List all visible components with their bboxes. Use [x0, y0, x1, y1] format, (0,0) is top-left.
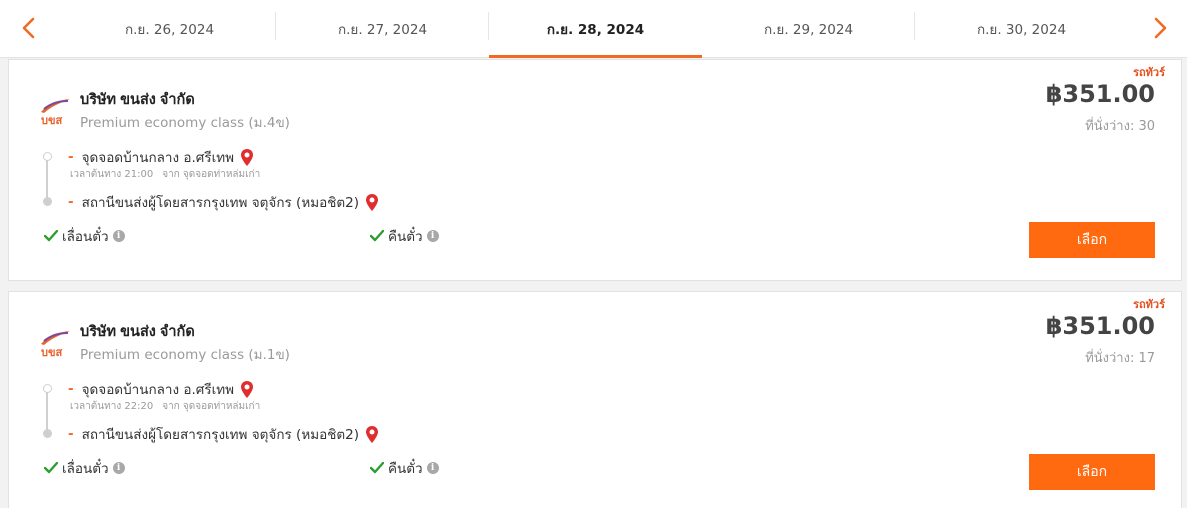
refund-ticket-feature: คืนตั๋ว i: [370, 457, 439, 479]
map-pin-icon[interactable]: [365, 193, 379, 212]
date-tab[interactable]: ก.ย. 30, 2024: [915, 0, 1128, 58]
change-ticket-label: เลื่อนตั๋ว: [62, 229, 109, 245]
check-icon: [44, 230, 58, 242]
origin-stop-name: จุดจอดบ้านกลาง อ.ศรีเทพ: [81, 150, 234, 166]
date-tab-label: ก.ย. 30, 2024: [976, 22, 1067, 38]
trip-card: บขส บริษัท ขนส่ง จำกัด Premium economy c…: [8, 291, 1182, 508]
seat-class: Premium economy class (ม.4ข): [80, 115, 290, 131]
ticket-price: ฿351.00: [1045, 80, 1155, 108]
ticket-price: ฿351.00: [1045, 312, 1155, 340]
seat-class: Premium economy class (ม.1ข): [80, 347, 290, 363]
dash-marker: -: [68, 149, 74, 165]
info-icon[interactable]: i: [112, 462, 125, 474]
map-pin-icon[interactable]: [240, 148, 254, 167]
check-icon: [370, 462, 384, 474]
info-icon[interactable]: i: [112, 230, 125, 242]
select-trip-button[interactable]: เลือก: [1029, 454, 1155, 490]
route-line: [46, 389, 48, 434]
map-pin-icon[interactable]: [240, 380, 254, 399]
seats-available: ที่นั่งว่าง: 17: [1085, 351, 1155, 366]
check-icon: [44, 462, 58, 474]
date-tab-label: ก.ย. 27, 2024: [337, 22, 428, 38]
dash-marker: -: [68, 194, 74, 210]
chevron-left-icon[interactable]: [15, 14, 41, 42]
svg-text:บขส: บขส: [41, 346, 63, 358]
origin-dot-icon: [43, 152, 52, 161]
chevron-right-icon[interactable]: [1148, 14, 1174, 42]
departure-from: จาก จุดจอดท่าหล่มเก่า: [162, 401, 261, 412]
date-tab-label: ก.ย. 26, 2024: [124, 22, 215, 38]
refund-ticket-label: คืนตั๋ว: [388, 229, 423, 245]
vehicle-type-badge: รถทัวร์: [1133, 298, 1165, 311]
company-name: บริษัท ขนส่ง จำกัด: [80, 324, 195, 340]
destination-stop-name: สถานีขนส่งผู้โดยสารกรุงเทพ จตุจักร (หมอช…: [81, 427, 360, 443]
route-line: [46, 157, 48, 202]
select-trip-button[interactable]: เลือก: [1029, 222, 1155, 258]
date-tab-selected[interactable]: ก.ย. 28, 2024: [489, 0, 702, 58]
dash-marker: -: [68, 426, 74, 442]
date-tab-label: ก.ย. 29, 2024: [763, 22, 854, 38]
destination-stop-name: สถานีขนส่งผู้โดยสารกรุงเทพ จตุจักร (หมอช…: [81, 195, 360, 211]
trip-card: บขส บริษัท ขนส่ง จำกัด Premium economy c…: [8, 59, 1182, 281]
svg-text:บขส: บขส: [41, 114, 63, 126]
change-ticket-feature: เลื่อนตั๋ว i: [44, 225, 125, 247]
origin-stop: - จุดจอดบ้านกลาง อ.ศรีเทพ: [68, 378, 254, 400]
date-tab[interactable]: ก.ย. 27, 2024: [276, 0, 489, 58]
refund-ticket-feature: คืนตั๋ว i: [370, 225, 439, 247]
map-pin-icon[interactable]: [365, 425, 379, 444]
bus-company-logo: บขส: [38, 96, 72, 127]
origin-dot-icon: [43, 384, 52, 393]
change-ticket-label: เลื่อนตั๋ว: [62, 461, 109, 477]
bus-company-logo: บขส: [38, 328, 72, 359]
destination-dot-icon: [43, 429, 52, 438]
date-tab-label: ก.ย. 28, 2024: [546, 22, 645, 38]
departure-time: เวลาต้นทาง 22:20: [70, 401, 154, 412]
date-tab[interactable]: ก.ย. 26, 2024: [63, 0, 276, 58]
dash-marker: -: [68, 381, 74, 397]
destination-stop: - สถานีขนส่งผู้โดยสารกรุงเทพ จตุจักร (หม…: [68, 191, 379, 213]
departure-time: เวลาต้นทาง 21:00: [70, 169, 154, 180]
check-icon: [370, 230, 384, 242]
departure-info: เวลาต้นทาง 22:20 จาก จุดจอดท่าหล่มเก่า: [70, 399, 269, 414]
vehicle-type-badge: รถทัวร์: [1133, 66, 1165, 79]
destination-dot-icon: [43, 197, 52, 206]
origin-stop-name: จุดจอดบ้านกลาง อ.ศรีเทพ: [81, 382, 234, 398]
destination-stop: - สถานีขนส่งผู้โดยสารกรุงเทพ จตุจักร (หม…: [68, 423, 379, 445]
info-icon[interactable]: i: [426, 462, 439, 474]
date-navigation-bar: ก.ย. 26, 2024 ก.ย. 27, 2024 ก.ย. 28, 202…: [0, 0, 1187, 58]
departure-from: จาก จุดจอดท่าหล่มเก่า: [162, 169, 261, 180]
origin-stop: - จุดจอดบ้านกลาง อ.ศรีเทพ: [68, 146, 254, 168]
company-name: บริษัท ขนส่ง จำกัด: [80, 92, 195, 108]
info-icon[interactable]: i: [426, 230, 439, 242]
departure-info: เวลาต้นทาง 21:00 จาก จุดจอดท่าหล่มเก่า: [70, 167, 269, 182]
refund-ticket-label: คืนตั๋ว: [388, 461, 423, 477]
seats-available: ที่นั่งว่าง: 30: [1085, 119, 1155, 134]
date-tab[interactable]: ก.ย. 29, 2024: [702, 0, 915, 58]
change-ticket-feature: เลื่อนตั๋ว i: [44, 457, 125, 479]
